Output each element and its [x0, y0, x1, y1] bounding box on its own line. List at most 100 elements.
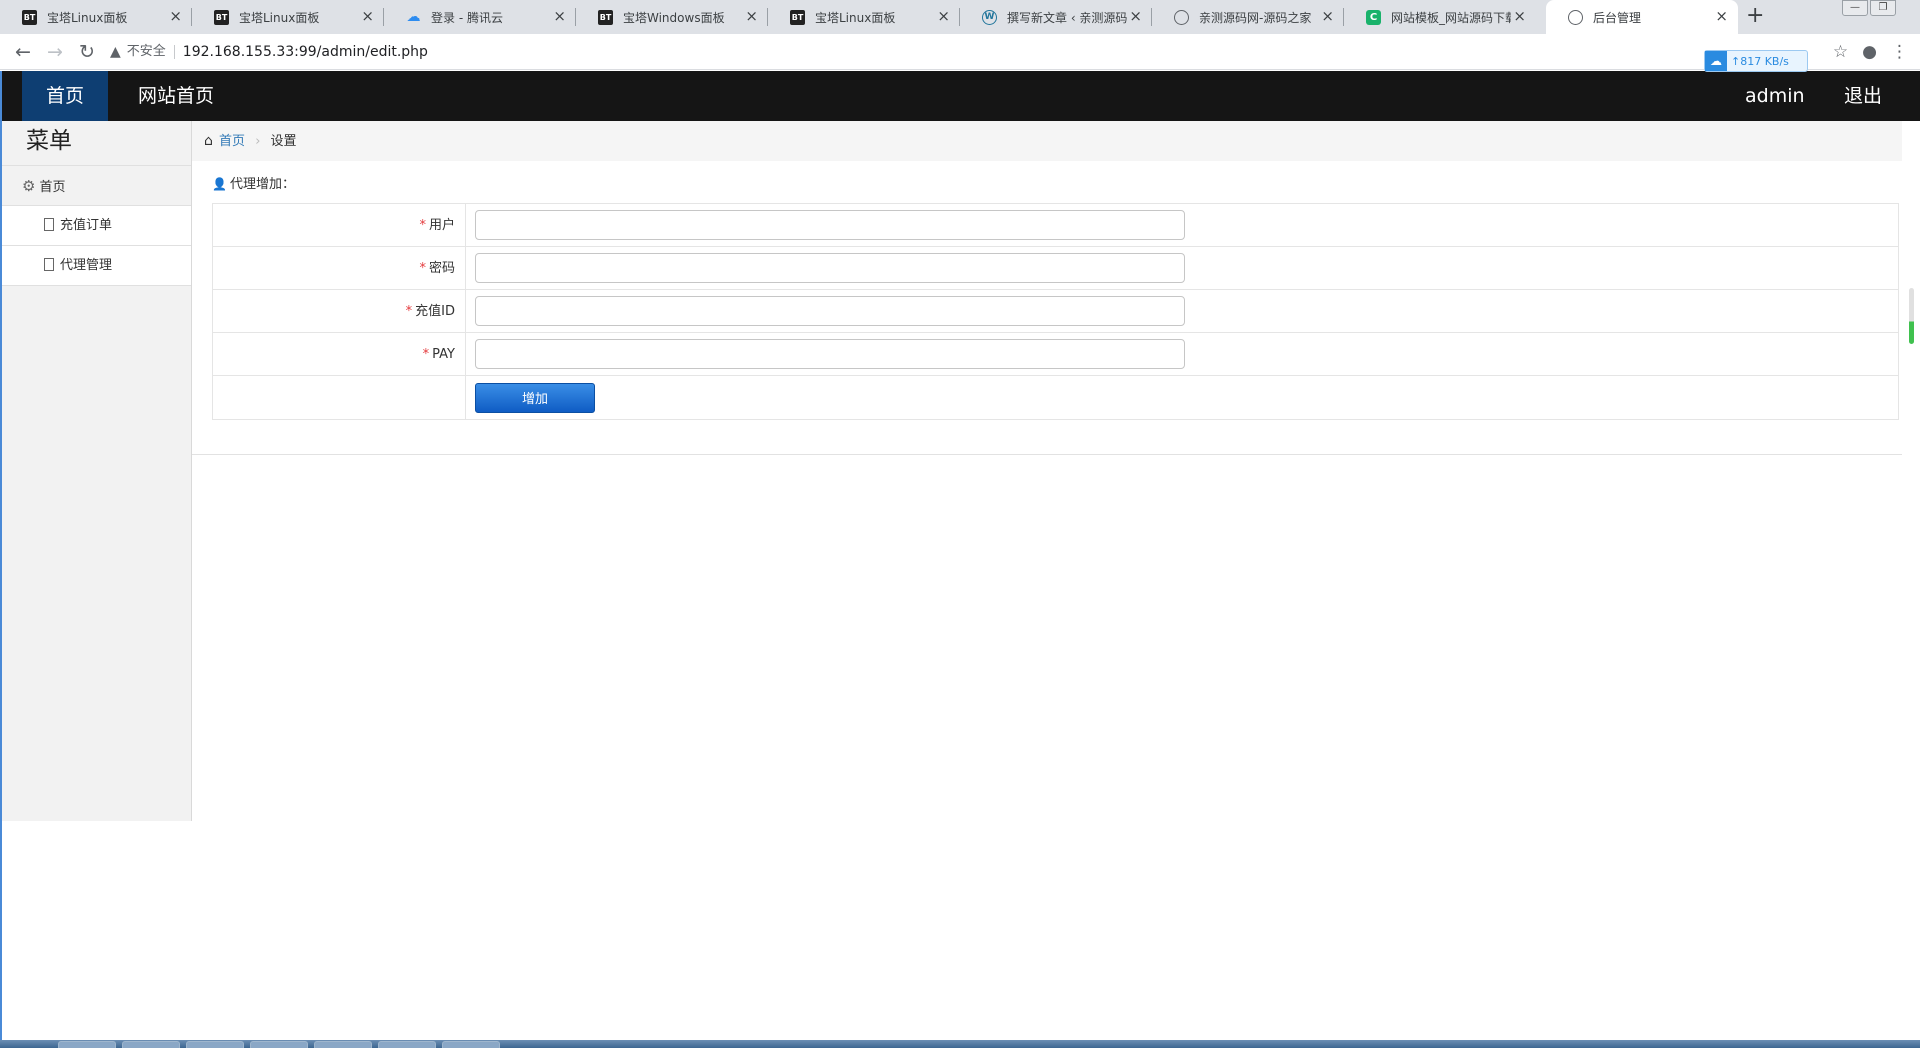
browser-tab[interactable]: W 撰写新文章 ‹ 亲测源码网 ×	[960, 0, 1152, 34]
restore-icon[interactable]: ❐	[1870, 0, 1896, 16]
tab-title: 撰写新文章 ‹ 亲测源码网	[1007, 10, 1127, 25]
bt-icon: BT	[598, 9, 613, 25]
nav-site-home-link[interactable]: 网站首页	[138, 71, 214, 121]
required-mark: *	[419, 218, 426, 233]
wordpress-icon: W	[982, 9, 997, 25]
sidebar-item-recharge-orders[interactable]: 充值订单	[2, 206, 191, 246]
browser-tab[interactable]: BT 宝塔Linux面板 ×	[0, 0, 192, 34]
tab-title: 后台管理	[1593, 10, 1642, 25]
bt-icon: BT	[214, 9, 229, 25]
menu-icon[interactable]: ⋮	[1891, 42, 1908, 62]
empty-label-cell	[213, 376, 466, 419]
close-icon[interactable]: ×	[745, 9, 758, 24]
warning-icon: ▲	[110, 44, 121, 60]
browser-tab[interactable]: BT 宝塔Linux面板 ×	[192, 0, 384, 34]
url-text[interactable]: 192.168.155.33:99/admin/edit.php	[183, 44, 428, 60]
sidebar-item-label: 充值订单	[60, 218, 113, 233]
nav-home-link[interactable]: 首页	[22, 71, 108, 121]
cloud-icon: ☁	[406, 9, 421, 25]
close-icon[interactable]: ×	[1513, 9, 1526, 24]
bt-icon: BT	[790, 9, 805, 25]
form-row: * 用户	[213, 204, 1898, 247]
required-mark: *	[422, 347, 430, 362]
form-row-submit: 增加	[213, 376, 1898, 419]
user-input[interactable]	[475, 210, 1185, 240]
breadcrumb: ⌂ 首页 › 设置	[192, 121, 1902, 161]
sidebar-group-label: 首页	[39, 180, 66, 195]
field-label-text: PAY	[432, 347, 455, 362]
browser-tab-active[interactable]: 后台管理 ×	[1546, 0, 1738, 34]
taskbar-app-button[interactable]	[58, 1041, 116, 1048]
speed-cloud-icon: ☁	[1705, 51, 1727, 71]
close-icon[interactable]: ×	[937, 9, 950, 24]
taskbar-app-button[interactable]	[378, 1041, 436, 1048]
required-mark: *	[419, 261, 426, 276]
minimize-icon[interactable]: —	[1842, 0, 1868, 16]
tab-title: 宝塔Linux面板	[239, 10, 320, 25]
security-label[interactable]: 不安全	[127, 45, 175, 59]
gear-icon: ⚙	[22, 177, 36, 195]
recharge-id-input[interactable]	[475, 296, 1185, 326]
reload-icon[interactable]: ↻	[76, 41, 98, 63]
user-icon: 👤	[212, 177, 227, 191]
form-row: * 密码	[213, 247, 1898, 290]
back-icon[interactable]: ←	[12, 41, 34, 63]
profile-icon[interactable]: ●	[1862, 42, 1877, 62]
tab-title: 宝塔Linux面板	[47, 10, 128, 25]
browser-tab[interactable]: 亲测源码网-源码之家 ×	[1152, 0, 1344, 34]
tab-title: 网站模板_网站源码下载	[1391, 10, 1511, 25]
browser-tab[interactable]: ☁ 登录 - 腾讯云 ×	[384, 0, 576, 34]
taskbar-app-button[interactable]	[186, 1041, 244, 1048]
nav-logout-link[interactable]: 退出	[1844, 71, 1882, 121]
password-input[interactable]	[475, 253, 1185, 283]
form-row: * 充值ID	[213, 290, 1898, 333]
browser-tab[interactable]: C 网站模板_网站源码下载 ×	[1344, 0, 1536, 34]
browser-tab-strip: BT 宝塔Linux面板 × BT 宝塔Linux面板 × ☁ 登录 - 腾讯云…	[0, 0, 1920, 34]
field-label-text: 充值ID	[415, 304, 455, 319]
pay-input[interactable]	[475, 339, 1185, 369]
document-icon	[44, 258, 54, 271]
taskbar-app-button[interactable]	[122, 1041, 180, 1048]
star-icon[interactable]: ☆	[1833, 42, 1848, 62]
top-navbar: 首页 网站首页 admin 退出	[0, 71, 1920, 121]
network-speed-badge: ☁ ↑ 817 KB/s	[1704, 50, 1808, 72]
tab-title: 宝塔Windows面板	[623, 10, 725, 25]
close-icon[interactable]: ×	[169, 9, 182, 24]
scroll-indicator[interactable]	[1909, 288, 1914, 344]
field-label-text: 密码	[428, 261, 455, 276]
field-label: * 密码	[213, 247, 466, 289]
sidebar-group-home[interactable]: ⚙ 首页	[2, 166, 191, 206]
close-icon[interactable]: ×	[1321, 9, 1334, 24]
browser-toolbar: ← → ↻ ▲ 不安全 192.168.155.33:99/admin/edit…	[0, 34, 1920, 70]
taskbar-app-button[interactable]	[250, 1041, 308, 1048]
new-tab-button[interactable]: +	[1746, 5, 1764, 27]
breadcrumb-home-link[interactable]: 首页	[219, 134, 245, 149]
nav-username[interactable]: admin	[1745, 71, 1805, 121]
taskbar-app-button[interactable]	[314, 1041, 372, 1048]
sidebar: 菜单 ⚙ 首页 充值订单 代理管理	[2, 121, 192, 821]
home-icon: ⌂	[204, 133, 213, 149]
form-row: * PAY	[213, 333, 1898, 376]
globe-icon	[1568, 9, 1583, 25]
browser-tab[interactable]: BT 宝塔Windows面板 ×	[576, 0, 768, 34]
add-button[interactable]: 增加	[475, 382, 595, 413]
sidebar-title: 菜单	[2, 121, 191, 166]
field-label: * 充值ID	[213, 290, 466, 332]
tab-title: 登录 - 腾讯云	[431, 10, 503, 25]
browser-tab[interactable]: BT 宝塔Linux面板 ×	[768, 0, 960, 34]
tab-title: 亲测源码网-源码之家	[1199, 10, 1312, 25]
close-icon[interactable]: ×	[1715, 9, 1728, 24]
forward-icon[interactable]: →	[44, 41, 66, 63]
sidebar-item-label: 代理管理	[60, 258, 113, 273]
close-icon[interactable]: ×	[1129, 9, 1142, 24]
agent-add-form: * 用户 * 密码 * 充值ID * PAY 增加	[212, 203, 1899, 420]
address-bar[interactable]: ▲ 不安全 192.168.155.33:99/admin/edit.php	[110, 38, 1900, 66]
required-mark: *	[405, 304, 413, 319]
globe-icon	[1174, 9, 1189, 25]
bt-icon: BT	[22, 9, 37, 25]
sidebar-item-agent-management[interactable]: 代理管理	[2, 246, 191, 286]
close-icon[interactable]: ×	[553, 9, 566, 24]
close-icon[interactable]: ×	[361, 9, 374, 24]
main-content: ⌂ 首页 › 设置 👤 代理增加： * 用户 * 密码 * 充值ID * PAY 增加	[192, 121, 1902, 455]
taskbar-app-button[interactable]	[442, 1041, 500, 1048]
